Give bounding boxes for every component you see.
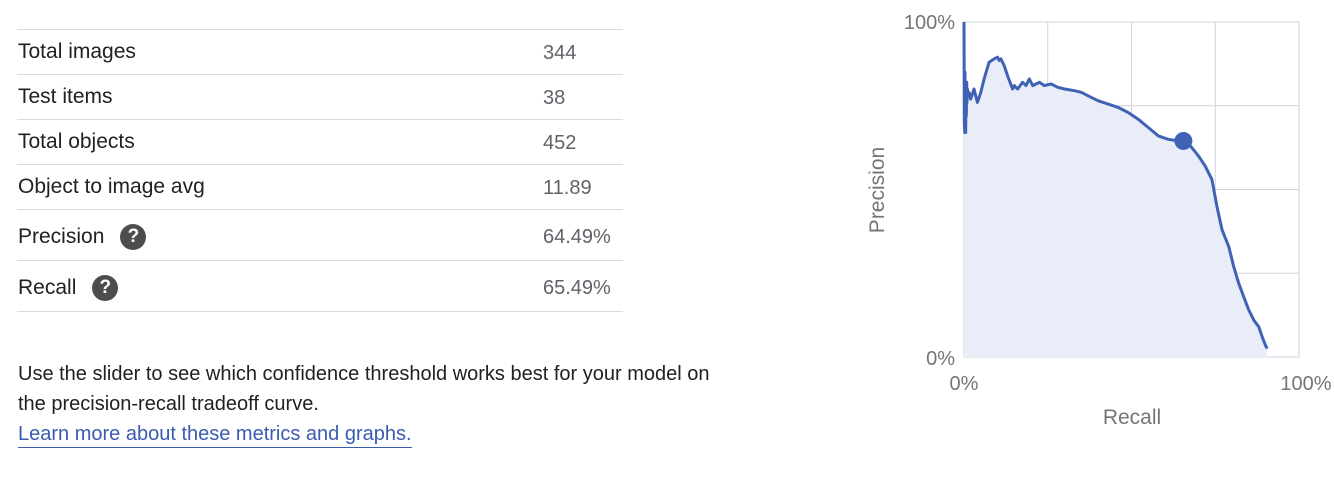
precision-recall-chart: 100% 0% 0% 100% Recall Precision — [866, 12, 1332, 429]
y-axis-label: Precision — [866, 147, 889, 233]
threshold-slider-point[interactable] — [1174, 131, 1193, 150]
x-axis-label: Recall — [1103, 406, 1161, 429]
y-tick-label-min: 0% — [926, 348, 955, 370]
y-tick-label-max: 100% — [904, 12, 955, 34]
x-tick-label-max: 100% — [1280, 373, 1331, 395]
x-tick-label-min: 0% — [950, 373, 979, 395]
